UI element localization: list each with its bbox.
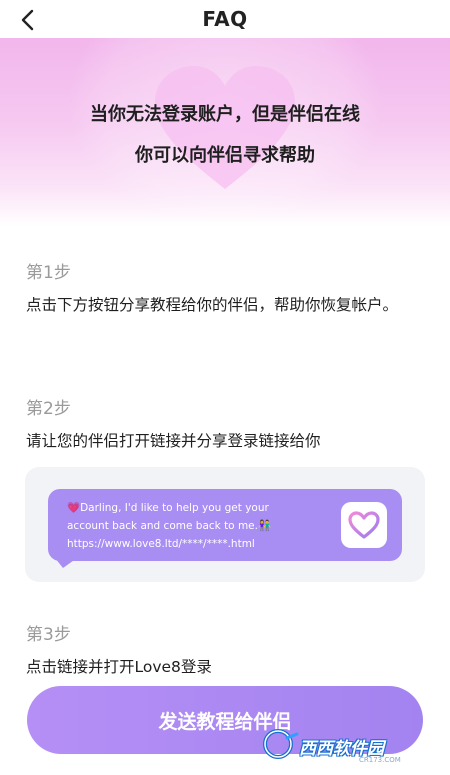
- step-3-label: 第3步: [26, 625, 71, 645]
- watermark-logo-icon: [263, 729, 299, 759]
- app-logo-icon: [341, 502, 387, 548]
- top-nav-bar: FAQ: [0, 0, 450, 38]
- banner-headline: 当你无法登录账户，但是伴侣在线: [90, 104, 360, 125]
- step-2-label: 第2步: [26, 399, 71, 419]
- message-line-3: https://www.love8.ltd/****/****.html: [67, 538, 255, 550]
- bubble-tail: [55, 558, 77, 568]
- share-message-preview: 💗Darling, I'd like to help you get your …: [25, 467, 425, 582]
- heart-background-icon: [155, 66, 295, 189]
- step-3-text: 点击链接并打开Love8登录: [26, 658, 212, 676]
- step-1-label: 第1步: [26, 263, 71, 283]
- help-banner: 当你无法登录账户，但是伴侣在线 你可以向伴侣寻求帮助: [0, 38, 450, 226]
- message-line-1: 💗Darling, I'd like to help you get your: [67, 502, 269, 514]
- pink-heart-icon: 💗: [67, 502, 81, 514]
- message-line-2: account back and come back to me.👫: [67, 520, 272, 532]
- message-bubble: 💗Darling, I'd like to help you get your …: [48, 489, 402, 561]
- banner-subheadline: 你可以向伴侣寻求帮助: [135, 145, 315, 166]
- watermark-subtext: CR173.COM: [359, 756, 401, 764]
- page-title: FAQ: [202, 7, 248, 31]
- watermark: 西西软件园 CR173.COM: [261, 728, 429, 764]
- couple-icon: 👫: [257, 520, 272, 532]
- message-text: 💗Darling, I'd like to help you get your …: [67, 499, 292, 553]
- step-1-text: 点击下方按钮分享教程给你的伴侣，帮助你恢复帐户。: [26, 296, 399, 314]
- step-2-text: 请让您的伴侣打开链接并分享登录链接给你: [26, 432, 321, 450]
